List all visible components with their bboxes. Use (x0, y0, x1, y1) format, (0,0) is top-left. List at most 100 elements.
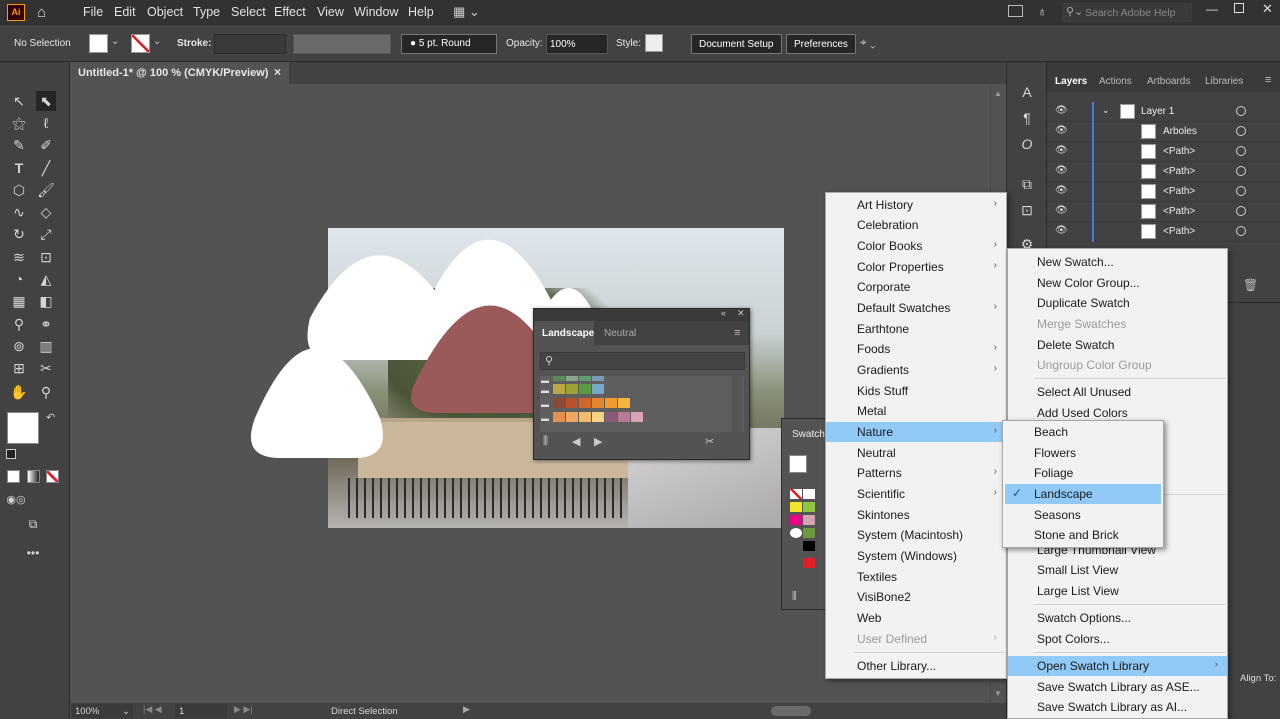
menu-item-open-swatch-library[interactable]: Open Swatch Library › (1008, 656, 1227, 676)
menu-item-art-history[interactable]: Art History › (826, 195, 1006, 215)
tools-icon[interactable]: ✂ (705, 435, 714, 448)
pen-tool-icon[interactable]: ✎ (9, 135, 29, 155)
color-mode-icon[interactable] (7, 470, 20, 483)
swatch[interactable] (553, 412, 565, 422)
selection-tool-icon[interactable]: ↖ (9, 91, 29, 111)
fill-swatch[interactable] (89, 34, 108, 53)
hand-tool-icon[interactable]: ✋ (9, 382, 29, 402)
menu-item-color-books[interactable]: Color Books › (826, 236, 1006, 256)
swatch[interactable] (579, 384, 591, 394)
swatch[interactable] (553, 384, 565, 394)
paragraph-panel-icon[interactable]: ¶ (1017, 108, 1037, 128)
menu-effect[interactable]: Effect (274, 5, 306, 19)
eye-icon[interactable]: 👁 (1055, 225, 1068, 236)
target-icon[interactable] (1236, 146, 1246, 156)
direct-selection-tool-icon[interactable]: ⬉ (36, 91, 56, 111)
curvature-tool-icon[interactable]: ✐ (36, 135, 56, 155)
swatch[interactable] (631, 412, 643, 422)
mountain-shape-front-left[interactable] (250, 348, 383, 458)
document-setup-button[interactable]: Document Setup (691, 34, 782, 54)
menu-item-save-library-ase[interactable]: Save Swatch Library as ASE... (1008, 677, 1227, 697)
screen-mode-icon[interactable]: ⧉ (23, 514, 43, 534)
swatch[interactable] (579, 398, 591, 408)
tab-landscape[interactable]: Landscape (534, 321, 594, 345)
live-paint-icon[interactable]: ◭ (36, 269, 56, 289)
menu-item-flowers[interactable]: Flowers (1003, 443, 1163, 463)
menu-item-landscape[interactable]: ✓ Landscape (1005, 484, 1161, 504)
close-panel-icon[interactable]: ✕ (737, 308, 745, 319)
artboard-nav-first-icon[interactable]: |◀ ◀ (143, 704, 162, 715)
arrange-docs-icon[interactable] (1008, 5, 1023, 17)
preferences-button[interactable]: Preferences (786, 34, 856, 54)
target-icon[interactable] (1236, 106, 1246, 116)
layer-row[interactable]: 👁 <Path> (1047, 162, 1280, 182)
close-icon[interactable]: ✕ (1262, 1, 1273, 17)
eye-icon[interactable]: 👁 (1055, 125, 1068, 136)
menu-item-other-library[interactable]: Other Library... (826, 656, 1006, 676)
default-colors-icon[interactable] (6, 449, 16, 459)
target-icon[interactable] (1236, 166, 1246, 176)
swatch[interactable] (803, 515, 815, 525)
layer-row[interactable]: 👁 <Path> (1047, 182, 1280, 202)
menu-item-duplicate-swatch[interactable]: Duplicate Swatch (1008, 293, 1227, 313)
menu-item-nature[interactable]: Nature › (826, 422, 1006, 442)
menu-item-spot-colors[interactable]: Spot Colors... (1008, 629, 1227, 649)
layer-row[interactable]: 👁 <Path> (1047, 142, 1280, 162)
swatch[interactable] (579, 412, 591, 422)
scroll-down-icon[interactable]: ▼ (994, 689, 1002, 698)
artboard-tool-icon[interactable]: ⊞ (9, 358, 29, 378)
swatch[interactable] (790, 528, 802, 538)
character-panel-icon[interactable]: A (1017, 82, 1037, 102)
menu-item-kids-stuff[interactable]: Kids Stuff (826, 381, 1006, 401)
workspace-switcher-icon[interactable]: ▦ ⌄ (453, 4, 480, 20)
menu-item-celebration[interactable]: Celebration (826, 215, 1006, 235)
line-tool-icon[interactable]: ╱ (36, 158, 56, 178)
menu-view[interactable]: View (317, 5, 344, 19)
menu-item-beach[interactable]: Beach (1003, 422, 1163, 442)
asset-export-icon[interactable]: ⧉ (1017, 174, 1037, 194)
brush-dropdown[interactable]: ● 5 pt. Round (401, 34, 497, 54)
none-mode-icon[interactable] (46, 470, 59, 483)
swatch[interactable] (553, 376, 565, 381)
gradient-mode-icon[interactable] (27, 470, 40, 483)
target-icon[interactable] (1236, 126, 1246, 136)
menu-object[interactable]: Object (147, 5, 183, 19)
artboards-panel-icon[interactable]: ⊡ (1017, 200, 1037, 220)
menu-item-textiles[interactable]: Textiles (826, 567, 1006, 587)
type-tool-icon[interactable]: T (9, 158, 29, 178)
eye-icon[interactable]: 👁 (1055, 185, 1068, 196)
restore-icon[interactable] (1234, 3, 1244, 13)
fill-color-swatch[interactable] (7, 412, 39, 444)
layer-row[interactable]: 👁 ⌄ Layer 1 (1047, 102, 1280, 122)
rotate-tool-icon[interactable]: ↻ (9, 224, 29, 244)
swatch[interactable] (790, 502, 802, 512)
layer-row[interactable]: 👁 <Path> (1047, 202, 1280, 222)
lightbulb-icon[interactable]: ♁ (1037, 3, 1048, 19)
previous-library-icon[interactable]: ◀ (572, 435, 580, 448)
zoom-tool-icon[interactable]: ⚲ (36, 382, 56, 402)
free-transform-icon[interactable]: ⊡ (36, 247, 56, 267)
variable-width-dropdown[interactable] (293, 34, 391, 54)
style-swatch[interactable] (645, 34, 663, 52)
menu-item-neutral[interactable]: Neutral (826, 443, 1006, 463)
tab-neutral[interactable]: Neutral (594, 321, 646, 345)
menu-item-swatch-options[interactable]: Swatch Options... (1008, 608, 1227, 628)
lasso-icon[interactable]: ℓ (36, 113, 56, 133)
menu-item-default-swatches[interactable]: Default Swatches › (826, 298, 1006, 318)
menu-item-corporate[interactable]: Corporate (826, 277, 1006, 297)
opentype-panel-icon[interactable]: O (1017, 134, 1037, 154)
tab-libraries[interactable]: Libraries (1205, 76, 1243, 87)
graph-tool-icon[interactable]: ▥ (36, 336, 56, 356)
menu-item-small-list-view[interactable]: Small List View (1008, 560, 1227, 580)
perspective-grid-icon[interactable]: ▦ (9, 291, 29, 311)
swatch[interactable] (803, 558, 815, 568)
chevron-down-icon[interactable]: ⌄ (111, 36, 119, 47)
grid-scrollbar[interactable] (732, 376, 742, 432)
shaper-tool-icon[interactable]: ∿ (9, 202, 29, 222)
scale-tool-icon[interactable]: ⤢ (36, 224, 56, 244)
menu-item-web[interactable]: Web (826, 608, 1006, 628)
eye-icon[interactable]: 👁 (1055, 105, 1068, 116)
menu-window[interactable]: Window (354, 5, 398, 19)
slice-tool-icon[interactable]: ✂ (36, 358, 56, 378)
layer-row[interactable]: 👁 <Path> (1047, 222, 1280, 242)
